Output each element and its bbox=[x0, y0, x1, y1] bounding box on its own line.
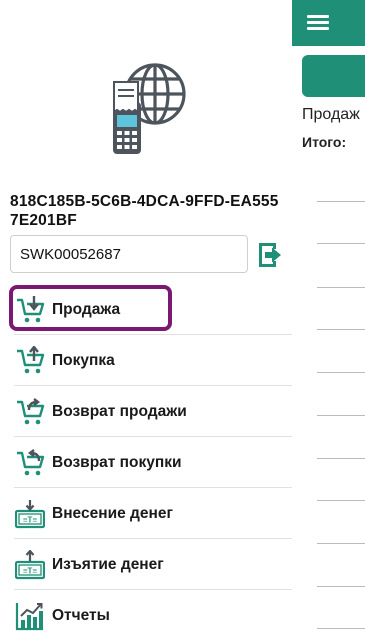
main-panel: Продаж Итого: bbox=[291, 0, 365, 632]
svg-text:≡T≡: ≡T≡ bbox=[23, 515, 38, 524]
navigation-drawer: 818C185B-5C6B-4DCA-9FFD-EA5557E201BF Про… bbox=[0, 0, 292, 632]
menu-item-label: Продажа bbox=[52, 300, 121, 318]
list-divider bbox=[317, 543, 365, 544]
list-divider bbox=[317, 329, 365, 330]
logout-icon[interactable] bbox=[256, 241, 284, 269]
menu-item-label: Изъятие денег bbox=[52, 555, 164, 573]
sale-title: Продаж bbox=[302, 106, 360, 123]
list-divider bbox=[317, 458, 365, 459]
menu-item-cash-in[interactable]: ≡T≡ Внесение денег bbox=[0, 488, 292, 539]
menu-item-label: Возврат покупки bbox=[52, 453, 182, 471]
menu-item-sale[interactable]: Продажа bbox=[0, 284, 292, 335]
reports-chart-icon bbox=[15, 602, 43, 630]
list-divider bbox=[317, 415, 365, 416]
menu-item-label: Отчеты bbox=[52, 606, 110, 624]
list-divider bbox=[317, 372, 365, 373]
pos-terminal-globe-logo-icon bbox=[113, 63, 186, 154]
menu-item-cash-out[interactable]: ≡T≡ Изъятие денег bbox=[0, 539, 292, 590]
menu-item-purchase[interactable]: Покупка bbox=[0, 335, 292, 386]
cart-return-purchase-icon bbox=[17, 448, 45, 475]
menu-item-return-sale[interactable]: Возврат продажи bbox=[0, 386, 292, 437]
cart-purchase-icon bbox=[17, 345, 45, 373]
menu-hamburger-icon[interactable] bbox=[307, 13, 329, 31]
cart-return-sale-icon bbox=[17, 397, 45, 424]
serial-number-input[interactable] bbox=[10, 235, 248, 273]
device-id: 818C185B-5C6B-4DCA-9FFD-EA5557E201BF bbox=[10, 193, 279, 229]
drawer-menu: Продажа Покупка Возврат продажи Возврат … bbox=[0, 284, 292, 632]
list-divider bbox=[317, 287, 365, 288]
top-app-bar bbox=[291, 0, 365, 46]
total-label: Итого: bbox=[302, 134, 347, 150]
cash-in-icon: ≡T≡ bbox=[15, 499, 45, 528]
list-divider bbox=[317, 201, 365, 202]
list-divider bbox=[317, 243, 365, 244]
list-divider bbox=[317, 628, 365, 629]
cash-out-icon: ≡T≡ bbox=[15, 549, 45, 579]
list-divider bbox=[317, 500, 365, 501]
cart-sale-icon bbox=[17, 295, 45, 322]
svg-text:≡T≡: ≡T≡ bbox=[23, 566, 38, 575]
menu-item-label: Возврат продажи bbox=[52, 402, 187, 420]
menu-item-label: Внесение денег bbox=[52, 504, 173, 522]
list-divider bbox=[317, 586, 365, 587]
primary-action-button[interactable] bbox=[302, 55, 365, 97]
menu-item-label: Покупка bbox=[52, 351, 115, 369]
menu-item-return-purchase[interactable]: Возврат покупки bbox=[0, 437, 292, 488]
menu-item-reports[interactable]: Отчеты bbox=[0, 590, 292, 632]
